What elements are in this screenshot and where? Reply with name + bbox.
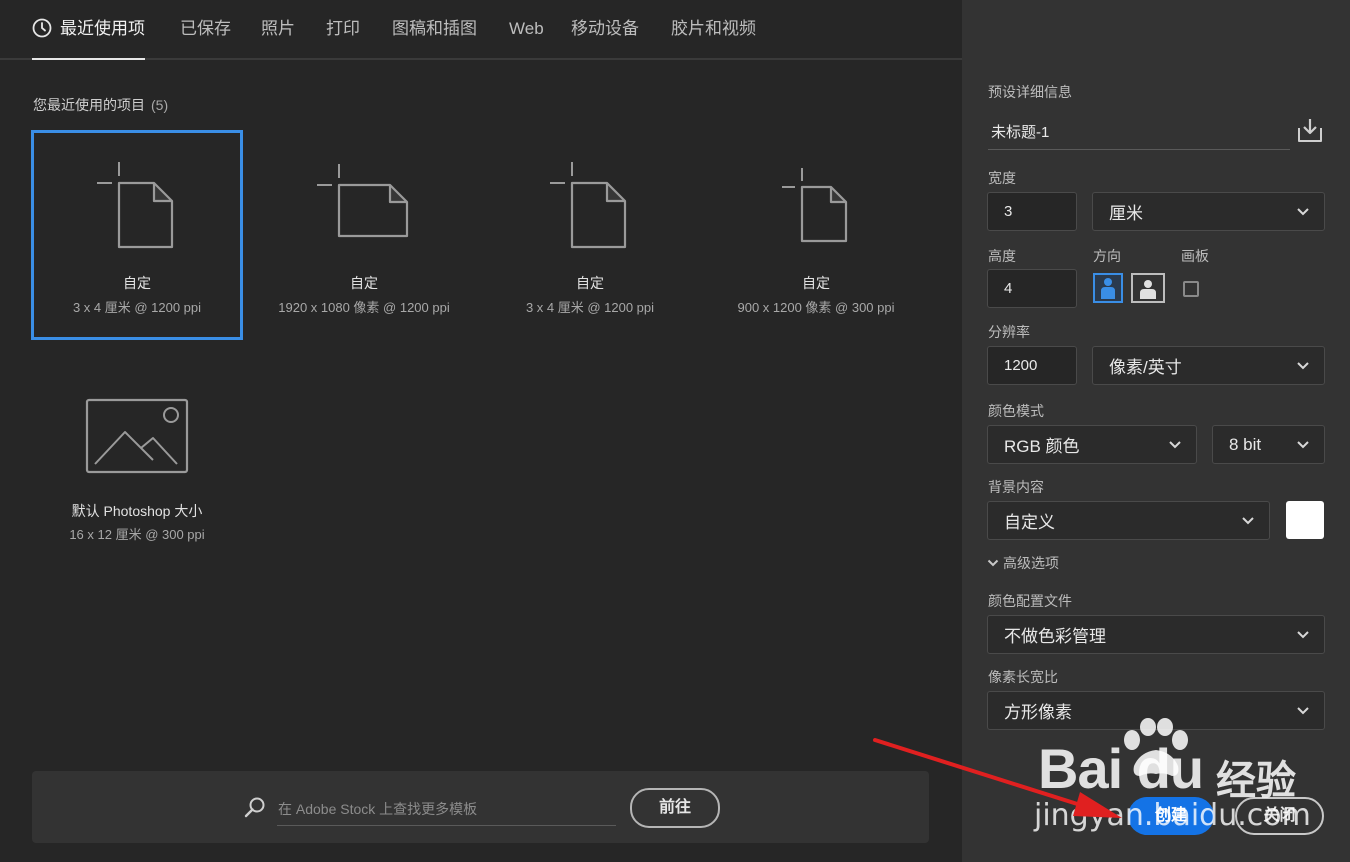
preset-spec: 3 x 4 厘米 @ 1200 ppi [525, 300, 655, 315]
pixel-ratio-select[interactable]: 方形像素 [987, 691, 1325, 730]
recent-preset-card[interactable]: 自定 3 x 4 厘米 @ 1200 ppi [485, 131, 695, 339]
recent-section-title: 您最近使用的项目 (5) [33, 95, 168, 115]
color-mode-value: RGB 颜色 [1004, 437, 1080, 456]
stock-search-input[interactable] [277, 793, 616, 826]
recent-preset-card[interactable]: 自定 3 x 4 厘米 @ 1200 ppi [31, 130, 243, 340]
landscape-orientation-button[interactable] [1131, 273, 1165, 303]
tab-art-illustration[interactable]: 图稿和插图 [392, 0, 477, 58]
height-input[interactable]: 4 [987, 269, 1077, 308]
preset-spec: 16 x 12 厘米 @ 300 ppi [69, 527, 205, 542]
preset-spec: 1920 x 1080 像素 @ 1200 ppi [278, 300, 450, 315]
tab-mobile[interactable]: 移动设备 [571, 0, 639, 58]
resolution-label: 分辨率 [988, 324, 1030, 340]
advanced-options-toggle[interactable]: 高级选项 [987, 553, 1059, 573]
go-button[interactable]: 前往 [630, 788, 720, 828]
preset-spec: 3 x 4 厘米 @ 1200 ppi [72, 300, 202, 315]
tab-print[interactable]: 打印 [326, 0, 360, 58]
artboard-label: 画板 [1181, 248, 1209, 264]
color-profile-value: 不做色彩管理 [1004, 627, 1106, 646]
tab-photo[interactable]: 照片 [261, 0, 295, 58]
preset-name: 自定 [350, 275, 378, 291]
chevron-down-icon [1297, 440, 1309, 448]
tab-recent[interactable]: 最近使用项 [32, 0, 145, 60]
new-document-portrait-icon [97, 162, 174, 249]
new-document-landscape-icon [317, 164, 409, 238]
save-preset-icon[interactable] [1296, 116, 1324, 144]
height-label: 高度 [988, 248, 1016, 264]
width-label: 宽度 [988, 170, 1016, 186]
background-value: 自定义 [1004, 513, 1055, 532]
portrait-person-icon [1101, 278, 1115, 299]
preset-name-field[interactable]: 未标题-1 [988, 114, 1290, 150]
panel-title: 预设详细信息 [988, 84, 1072, 100]
background-label: 背景内容 [988, 479, 1044, 495]
chevron-down-icon [1242, 516, 1254, 524]
preset-name: 自定 [123, 275, 151, 291]
new-document-portrait-icon [550, 162, 627, 249]
color-mode-select[interactable]: RGB 颜色 [987, 425, 1197, 464]
preset-spec: 900 x 1200 像素 @ 300 ppi [737, 300, 895, 315]
recent-preset-card[interactable]: 自定 1920 x 1080 像素 @ 1200 ppi [259, 131, 469, 339]
resolution-unit-value: 像素/英寸 [1109, 358, 1182, 377]
chevron-down-icon [1297, 630, 1309, 638]
chevron-down-icon [1297, 361, 1309, 369]
recent-title: 您最近使用的项目 [33, 97, 145, 113]
resolution-input[interactable]: 1200 [987, 346, 1077, 385]
portrait-orientation-button[interactable] [1093, 273, 1123, 303]
color-profile-label: 颜色配置文件 [988, 593, 1072, 609]
recent-preset-card[interactable]: 自定 900 x 1200 像素 @ 300 ppi [711, 131, 921, 339]
recent-count: (5) [151, 97, 169, 113]
preset-name: 默认 Photoshop 大小 [71, 503, 203, 519]
clock-icon [32, 18, 52, 37]
resolution-unit-select[interactable]: 像素/英寸 [1092, 346, 1325, 385]
bit-depth-value: 8 bit [1229, 434, 1262, 454]
landscape-person-icon [1140, 280, 1156, 299]
chevron-down-icon [1169, 440, 1181, 448]
tab-film-video[interactable]: 胶片和视频 [671, 0, 756, 58]
create-button[interactable]: 创建 [1128, 797, 1214, 835]
pixel-ratio-value: 方形像素 [1004, 703, 1072, 722]
tab-bar: 最近使用项 已保存 照片 打印 图稿和插图 Web 移动设备 胶片和视频 [0, 0, 962, 60]
tab-saved[interactable]: 已保存 [180, 0, 231, 58]
orientation-label: 方向 [1093, 248, 1121, 264]
recent-preset-card[interactable]: 默认 Photoshop 大小 16 x 12 厘米 @ 300 ppi [32, 360, 242, 568]
close-button[interactable]: 关闭 [1235, 797, 1324, 835]
artboard-checkbox[interactable] [1183, 281, 1199, 297]
background-select[interactable]: 自定义 [987, 501, 1270, 540]
tab-label: 最近使用项 [60, 19, 145, 38]
pixel-ratio-label: 像素长宽比 [988, 669, 1058, 685]
search-icon [244, 797, 265, 818]
adobe-stock-search-bar: 前往 [32, 771, 929, 843]
preset-name: 自定 [576, 275, 604, 291]
tab-web[interactable]: Web [509, 0, 544, 58]
background-color-swatch[interactable] [1286, 501, 1324, 539]
new-document-portrait-icon [782, 168, 848, 243]
image-placeholder-icon [85, 398, 189, 474]
chevron-down-icon [987, 559, 999, 567]
bit-depth-select[interactable]: 8 bit [1212, 425, 1325, 464]
color-mode-label: 颜色模式 [988, 403, 1044, 419]
advanced-options-label: 高级选项 [1003, 555, 1059, 571]
width-unit-select[interactable]: 厘米 [1092, 192, 1325, 231]
width-unit-value: 厘米 [1109, 204, 1143, 223]
color-profile-select[interactable]: 不做色彩管理 [987, 615, 1325, 654]
chevron-down-icon [1297, 207, 1309, 215]
width-input[interactable]: 3 [987, 192, 1077, 231]
preset-name: 自定 [802, 275, 830, 291]
chevron-down-icon [1297, 706, 1309, 714]
